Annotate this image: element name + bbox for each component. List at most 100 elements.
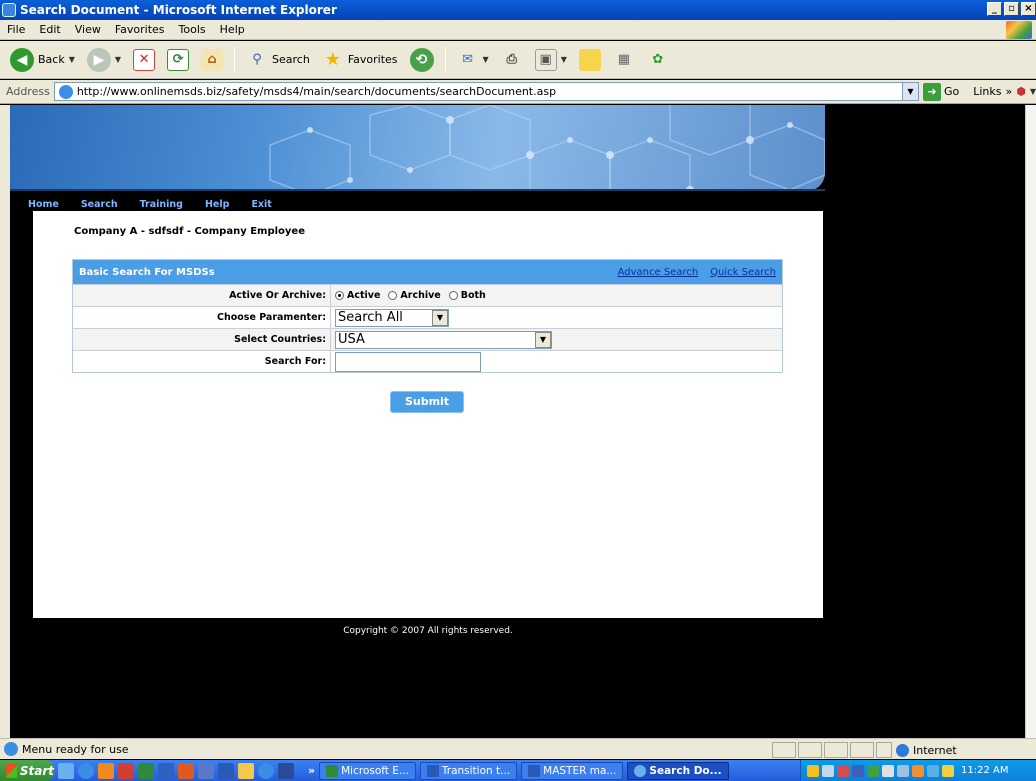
quicklaunch-publisher-icon[interactable] [198, 762, 214, 779]
antivirus-icon[interactable] [852, 764, 864, 777]
radio-archive[interactable]: Archive [388, 290, 441, 301]
quicklaunch-powerpoint-icon[interactable] [118, 762, 134, 779]
start-button[interactable]: Start [0, 760, 54, 781]
quicklaunch-excel-icon[interactable] [138, 762, 154, 779]
toolbar-separator [234, 46, 236, 73]
address-dropdown-icon[interactable]: ▼ [901, 83, 918, 100]
print-button[interactable]: ⎙ [497, 45, 527, 75]
task-search-document[interactable]: Search Do... [627, 761, 729, 780]
stop-button[interactable]: ✕ [129, 45, 159, 75]
submit-button[interactable]: Submit [390, 391, 464, 413]
quicklaunch-access-icon[interactable] [178, 762, 194, 779]
task-transition[interactable]: Transition t... [419, 761, 518, 780]
dropdown-arrow-icon: ▼ [560, 55, 567, 64]
quicklaunch-tool-icon[interactable] [278, 762, 294, 779]
address-label: Address [6, 85, 50, 98]
task-label: MASTER ma... [543, 764, 617, 777]
quicklaunch-outlook-icon[interactable] [98, 762, 114, 779]
volume-icon[interactable] [882, 764, 894, 777]
research-icon: ▦ [617, 52, 630, 67]
close-button[interactable]: × [1021, 2, 1036, 16]
quicklaunch-folder-icon[interactable] [238, 762, 254, 779]
task-label: Microsoft E... [341, 764, 409, 777]
folder-icon [578, 48, 601, 71]
menu-favorites[interactable]: Favorites [108, 23, 172, 36]
back-label: Back [38, 53, 65, 66]
quick-search-link[interactable]: Quick Search [710, 267, 776, 278]
search-for-input[interactable] [335, 351, 481, 372]
address-input[interactable]: http://www.onlinemsds.biz/safety/msds4/m… [53, 82, 919, 101]
quicklaunch-app-icon[interactable] [158, 762, 174, 779]
chevron-down-icon: ▼ [535, 331, 551, 348]
radio-both-label: Both [460, 290, 486, 301]
status-cell [798, 742, 822, 758]
chevron-right-icon: » [1005, 85, 1013, 98]
word-icon [528, 764, 541, 777]
back-button[interactable]: ◀ Back ▼ [6, 45, 79, 75]
pen-icon[interactable] [942, 764, 954, 777]
parameter-row: Choose Paramenter: Search All ▼ [73, 306, 782, 328]
edit-button[interactable]: ▣ ▼ [531, 45, 571, 75]
ie-icon [2, 3, 16, 17]
quicklaunch-ie-icon[interactable] [78, 762, 94, 779]
history-button[interactable]: ⟲ [406, 45, 438, 75]
vertical-scrollbar[interactable] [1025, 105, 1036, 738]
title-bar: Search Document - Microsoft Internet Exp… [0, 0, 1036, 20]
network-icon[interactable] [822, 764, 834, 777]
forward-button[interactable]: ▶ ▼ [83, 45, 125, 75]
window-left-edge [0, 105, 10, 738]
menu-tools[interactable]: Tools [172, 23, 213, 36]
quicklaunch-browser-icon[interactable] [258, 762, 274, 779]
research-button[interactable]: ▦ [609, 45, 639, 75]
display-icon[interactable] [927, 764, 939, 777]
parameter-value: Search All [338, 310, 403, 325]
company-info: Company A - sdfsdf - Company Employee [74, 226, 305, 237]
radio-both[interactable]: Both [448, 290, 486, 301]
menu-bar: File Edit View Favorites Tools Help [0, 20, 1036, 40]
molecule-pattern-icon [269, 105, 825, 191]
search-button[interactable]: ⚲ Search [242, 45, 314, 75]
copyright: Copyright © 2007 All rights reserved. [343, 626, 513, 636]
status-cell [850, 742, 874, 758]
messenger-button[interactable]: ✿ [643, 45, 673, 75]
messenger-tray-icon[interactable] [837, 764, 849, 777]
security-shield-icon[interactable] [807, 764, 819, 777]
quicklaunch-more[interactable]: » [308, 764, 315, 777]
wireless-icon[interactable] [897, 764, 909, 777]
advance-search-link[interactable]: Advance Search [618, 267, 699, 278]
quicklaunch-word-icon[interactable] [218, 762, 234, 779]
radio-active[interactable]: Active [335, 290, 380, 301]
menu-view[interactable]: View [68, 23, 108, 36]
maximize-button[interactable]: ▫ [1004, 2, 1019, 16]
mail-button[interactable]: ✉ ▼ [453, 45, 493, 75]
go-arrow-icon: ➜ [922, 82, 941, 101]
menu-help[interactable]: Help [213, 23, 252, 36]
quicklaunch-explorer-icon[interactable] [58, 762, 74, 779]
favorites-button[interactable]: ★ Favorites [318, 45, 402, 75]
parameter-select[interactable]: Search All ▼ [335, 308, 449, 327]
countries-select[interactable]: USA ▼ [335, 330, 552, 349]
search-form: Basic Search For MSDSs Advance Search Qu… [72, 259, 783, 373]
print-icon: ⎙ [506, 52, 517, 67]
menu-edit[interactable]: Edit [32, 23, 67, 36]
update-icon[interactable] [912, 764, 924, 777]
minimize-button[interactable]: _ [987, 2, 1002, 16]
refresh-button[interactable]: ⟳ [163, 45, 193, 75]
links-label: Links [973, 85, 1002, 98]
start-label: Start [19, 763, 54, 778]
go-button[interactable]: ➜ Go [922, 82, 959, 101]
forward-arrow-icon: ▶ [86, 47, 111, 72]
links-button[interactable]: Links » ⬢ ▼ [973, 85, 1036, 98]
task-microsoft-excel[interactable]: Microsoft E... [319, 761, 416, 780]
countries-value: USA [338, 332, 365, 347]
page-icon [4, 742, 18, 756]
countries-label: Select Countries: [73, 329, 331, 350]
address-bar: Address http://www.onlinemsds.biz/safety… [0, 80, 1036, 104]
menu-file[interactable]: File [0, 23, 32, 36]
home-button[interactable]: ⌂ [197, 45, 227, 75]
sync-icon[interactable] [867, 764, 879, 777]
folder-button[interactable] [575, 45, 605, 75]
ie-icon [634, 764, 647, 777]
radio-archive-label: Archive [400, 290, 441, 301]
task-master[interactable]: MASTER ma... [521, 761, 624, 780]
